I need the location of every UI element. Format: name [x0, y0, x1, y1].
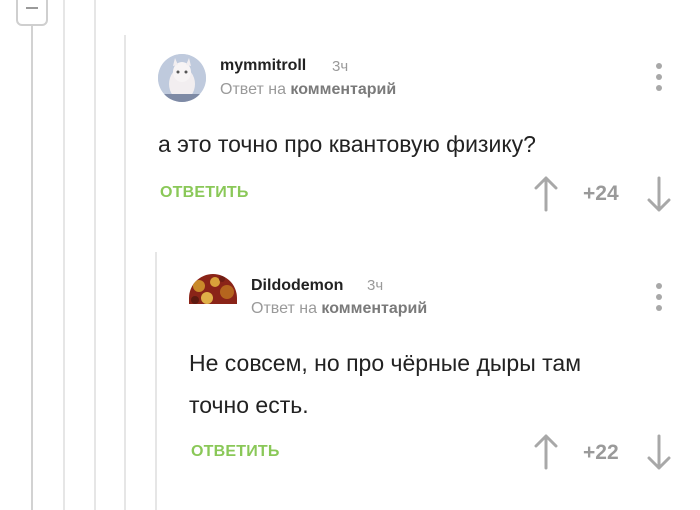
- comment-text-line-1: Не совсем, но про чёрные дыры там: [189, 350, 582, 376]
- comment-text-line-2: точно есть.: [189, 392, 309, 418]
- avatar-image: [189, 274, 237, 304]
- rating: +22: [583, 441, 619, 464]
- reply-to-prefix: Ответ на: [251, 300, 317, 317]
- username[interactable]: Dildodemon: [251, 277, 343, 295]
- reply-to-info: Ответ на комментарий: [251, 300, 427, 318]
- timestamp: 3ч: [367, 277, 384, 294]
- comment-menu-button[interactable]: [655, 283, 663, 313]
- arrow-up-icon: [534, 434, 558, 470]
- downvote-button[interactable]: [647, 434, 671, 470]
- avatar[interactable]: [189, 274, 237, 304]
- comment-dildodemon: Dildodemon 3ч Ответ на комментарий Не со…: [0, 0, 700, 510]
- arrow-down-icon: [647, 434, 671, 470]
- reply-button[interactable]: ОТВЕТИТЬ: [191, 443, 280, 461]
- upvote-button[interactable]: [534, 434, 558, 470]
- reply-to-link[interactable]: комментарий: [321, 300, 427, 317]
